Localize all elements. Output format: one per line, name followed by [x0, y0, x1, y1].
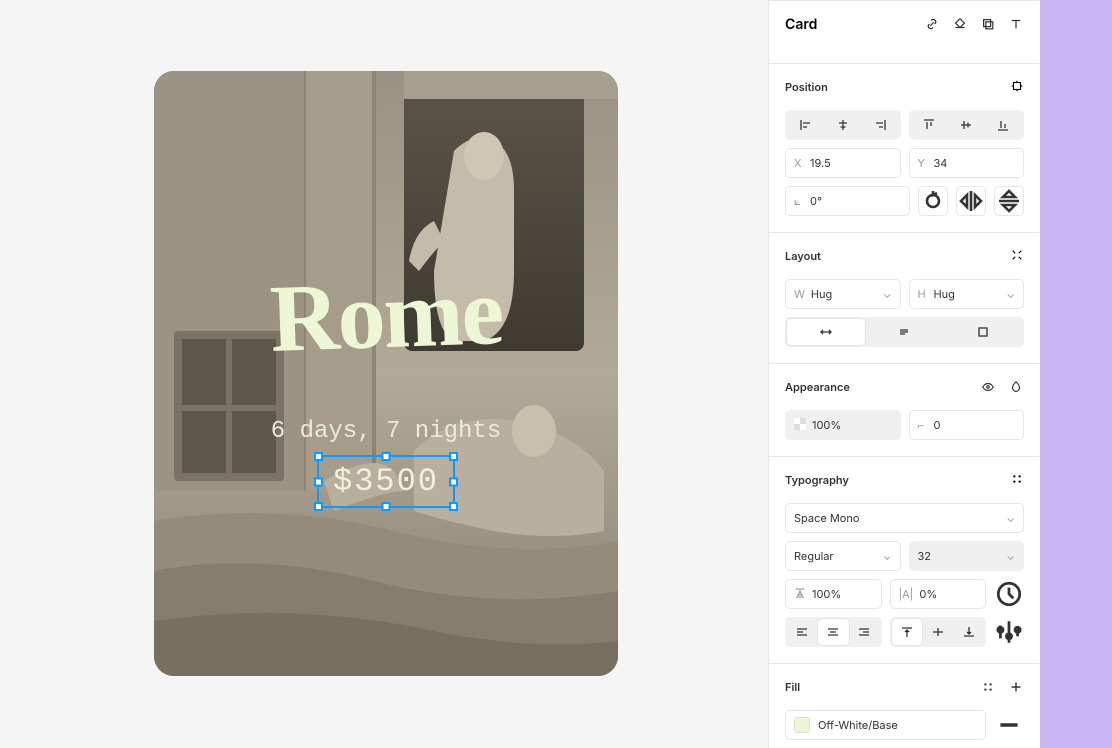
chevron-down-icon: ⌄	[1006, 287, 1015, 301]
visibility-icon[interactable]	[980, 379, 996, 395]
typography-section: Typography Space Mono⌄ Regular⌄ 32⌄ 100%…	[769, 457, 1040, 664]
align-right-button[interactable]	[861, 112, 898, 138]
align-center-h-button[interactable]	[824, 112, 861, 138]
fill-styles-icon[interactable]	[980, 679, 996, 695]
line-height-icon	[794, 587, 806, 602]
radius-icon: ⌐	[918, 418, 928, 432]
text-align-center-button[interactable]	[818, 619, 849, 645]
opacity-input[interactable]: 100%	[785, 410, 901, 440]
y-input[interactable]: Y34	[909, 148, 1025, 178]
chevron-down-icon: ⌄	[1006, 511, 1015, 525]
width-input[interactable]: WHug⌄	[785, 279, 901, 309]
line-height-input[interactable]: 100%	[785, 579, 882, 609]
resize-handle[interactable]	[314, 477, 323, 486]
chevron-down-icon: ⌄	[1006, 549, 1015, 563]
align-bottom-button[interactable]	[985, 112, 1022, 138]
fixed-size-button[interactable]	[944, 319, 1022, 345]
font-size-input[interactable]: 32⌄	[909, 541, 1025, 571]
fill-color-row[interactable]: Off-White/Base	[785, 710, 986, 740]
right-rail	[1040, 0, 1112, 748]
fill-section: Fill Off-White/Base	[769, 664, 1040, 748]
auto-height-button[interactable]	[865, 319, 943, 345]
inspector-panel: Card Position	[768, 0, 1040, 748]
selected-text-frame[interactable]: $3500	[325, 459, 447, 504]
fill-swatch	[794, 717, 810, 733]
text-align-middle-button[interactable]	[922, 619, 953, 645]
canvas[interactable]: Rome 6 days, 7 nights $3500	[0, 0, 768, 748]
horizontal-align-group	[785, 110, 901, 140]
chevron-down-icon: ⌄	[883, 549, 892, 563]
align-center-v-button[interactable]	[948, 112, 985, 138]
section-label: Fill	[785, 680, 800, 694]
flip-v-button[interactable]	[994, 186, 1024, 216]
type-settings-button[interactable]	[994, 617, 1024, 647]
section-label: Position	[785, 80, 828, 94]
card-header-section: Card	[769, 1, 1040, 64]
text-styles-icon[interactable]	[1010, 470, 1024, 490]
angle-icon: ⟀	[794, 194, 804, 209]
align-left-button[interactable]	[787, 112, 824, 138]
fill-icon[interactable]	[952, 16, 968, 32]
text-align-bottom-button[interactable]	[953, 619, 984, 645]
text-align-left-button[interactable]	[787, 619, 818, 645]
card-price[interactable]: $3500	[325, 459, 447, 504]
effects-icon[interactable]	[980, 16, 996, 32]
align-top-button[interactable]	[911, 112, 948, 138]
corner-radius-input[interactable]: ⌐0	[909, 410, 1025, 440]
resize-mode-group	[785, 317, 1024, 347]
travel-card[interactable]: Rome 6 days, 7 nights $3500	[154, 71, 618, 676]
flip-h-button[interactable]	[956, 186, 986, 216]
letter-spacing-input[interactable]: |A|0%	[890, 579, 987, 609]
font-weight-select[interactable]: Regular⌄	[785, 541, 901, 571]
blend-mode-icon[interactable]	[1008, 379, 1024, 395]
text-align-v-group	[890, 617, 987, 647]
section-label: Typography	[785, 473, 849, 487]
resize-handle[interactable]	[314, 452, 323, 461]
text-align-top-button[interactable]	[892, 619, 923, 645]
resize-handle[interactable]	[449, 477, 458, 486]
letter-spacing-icon: |A|	[899, 587, 914, 601]
text-align-right-button[interactable]	[849, 619, 880, 645]
section-label: Appearance	[785, 380, 850, 394]
layout-section: Layout WHug⌄ HHug⌄	[769, 233, 1040, 364]
text-icon[interactable]	[1008, 16, 1024, 32]
opacity-icon	[794, 418, 806, 433]
rotation-input[interactable]: ⟀0°	[785, 186, 910, 216]
collapse-icon[interactable]	[1010, 246, 1024, 266]
selection-name: Card	[785, 16, 817, 33]
resize-handle[interactable]	[449, 452, 458, 461]
variable-font-button[interactable]	[994, 579, 1024, 609]
x-input[interactable]: X19.5	[785, 148, 901, 178]
text-align-h-group	[785, 617, 882, 647]
appearance-section: Appearance 100% ⌐0	[769, 364, 1040, 457]
position-section: Position X19.5 Y34 ⟀0°	[769, 64, 1040, 233]
remove-fill-button[interactable]	[994, 710, 1024, 740]
card-subtitle[interactable]: 6 days, 7 nights	[271, 418, 501, 445]
add-fill-icon[interactable]	[1008, 679, 1024, 695]
section-label: Layout	[785, 249, 821, 263]
align-to-target-icon[interactable]	[1010, 77, 1024, 97]
rotate-90-button[interactable]	[918, 186, 948, 216]
height-input[interactable]: HHug⌄	[909, 279, 1025, 309]
card-title[interactable]: Rome	[268, 255, 504, 374]
auto-width-button[interactable]	[787, 319, 865, 345]
link-icon[interactable]	[924, 16, 940, 32]
vertical-align-group	[909, 110, 1025, 140]
chevron-down-icon: ⌄	[883, 287, 892, 301]
font-family-select[interactable]: Space Mono⌄	[785, 503, 1024, 533]
